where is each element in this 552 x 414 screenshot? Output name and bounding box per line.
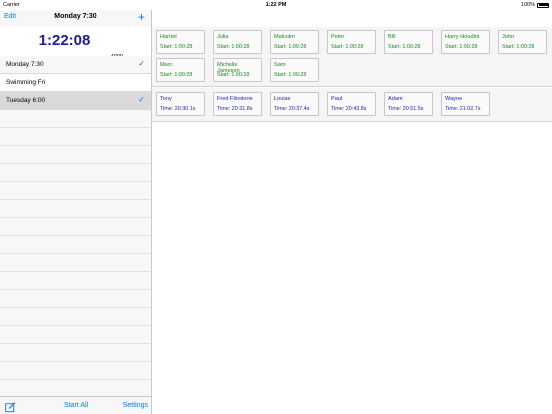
racer-card[interactable]: Michelle Jameson Start: 1:00:28 (213, 58, 262, 82)
battery-icon (537, 2, 549, 8)
list-item[interactable]: Tuesday 6:00 ✓ (0, 92, 151, 110)
racer-name: Harriet (160, 34, 177, 40)
started-racers-section: Harriet Start: 1:00:28 Julia Start: 1:00… (152, 27, 552, 87)
racer-card[interactable]: John Start: 1:00:28 (498, 30, 547, 54)
elapsed-timer: 1:22:08 (38, 32, 91, 49)
racer-name: Tony (160, 96, 172, 102)
racer-finish-time: Time: 20:31.8s (217, 106, 253, 112)
racer-start-time: Start: 1:00:28 (217, 72, 250, 78)
racer-start-time: Start: 1:00:28 (502, 44, 535, 50)
status-clock: 1:22 PM (265, 2, 287, 8)
settings-button[interactable]: Settings (123, 402, 148, 409)
list-item-label: Tuesday 6:00 (6, 97, 46, 104)
empty-list-rows (0, 110, 151, 400)
finisher-card[interactable]: Adam Time: 20:51.5s (384, 92, 433, 116)
racer-card[interactable]: Marc Start: 1:00:28 (156, 58, 205, 82)
event-list: Monday 7:30 ✓ Swimming Fri Tuesday 6:00 … (0, 56, 151, 110)
racer-name: Peter (331, 34, 345, 40)
racer-name: John (502, 34, 515, 40)
racer-name: Marc (160, 62, 173, 68)
racer-card[interactable]: Julia Start: 1:00:28 (213, 30, 262, 54)
list-item-label: Monday 7:30 (6, 61, 44, 68)
start-all-button[interactable]: Start All (64, 402, 88, 409)
racer-name: Bill (388, 34, 396, 40)
racer-start-time: Start: 1:00:28 (160, 44, 193, 50)
racer-card[interactable]: Harry Houdini Start: 1:00:28 (441, 30, 490, 54)
racer-name: Malcolm (274, 34, 295, 40)
racer-name: Adam (388, 96, 403, 102)
racer-start-time: Start: 1:00:28 (331, 44, 364, 50)
racer-name: Louise (274, 96, 291, 102)
racer-name: Harry Houdini (445, 34, 480, 40)
finisher-card[interactable]: Louise Time: 20:37.4s (270, 92, 319, 116)
sidebar-title: Monday 7:30 (54, 13, 97, 20)
list-item[interactable]: Swimming Fri (0, 74, 151, 92)
finisher-card[interactable]: Tony Time: 20:30.1s (156, 92, 205, 116)
racer-card[interactable]: Peter Start: 1:00:28 (327, 30, 376, 54)
racer-finish-time: Time: 20:43.8s (331, 106, 367, 112)
battery-indicator: 100% (521, 2, 549, 8)
racer-name: Paul (331, 96, 343, 102)
status-bar: Carrier 1:22 PM 100% (0, 0, 552, 10)
racer-start-time: Start: 1:00:28 (217, 44, 250, 50)
compose-icon[interactable] (5, 400, 16, 413)
checkmark-icon: ✓ (138, 59, 145, 68)
list-item-label: Swimming Fri (6, 79, 46, 86)
finished-racers-section: Tony Time: 20:30.1s Fred Flinstone Time:… (152, 88, 552, 122)
racer-card[interactable]: Bill Start: 1:00:28 (384, 30, 433, 54)
racer-card[interactable]: Sam Start: 1:00:28 (270, 58, 319, 82)
sidebar: Edit Monday 7:30 + 1:22:08 4000 Monday 7… (0, 10, 152, 414)
racer-finish-time: Time: 20:30.1s (160, 106, 196, 112)
main-panel: Harriet Start: 1:00:28 Julia Start: 1:00… (152, 10, 552, 414)
racer-card[interactable]: Harriet Start: 1:00:28 (156, 30, 205, 54)
finisher-card[interactable]: Paul Time: 20:43.8s (327, 92, 376, 116)
battery-percent: 100% (520, 2, 535, 8)
racer-start-time: Start: 1:00:28 (160, 72, 193, 78)
racer-name: Julia (217, 34, 229, 40)
racer-finish-time: Time: 20:51.5s (388, 106, 424, 112)
racer-name: Wayne (445, 96, 463, 102)
racer-card[interactable]: Malcolm Start: 1:00:28 (270, 30, 319, 54)
checkmark-icon: ✓ (138, 95, 145, 104)
racer-start-time: Start: 1:00:28 (445, 44, 478, 50)
racer-finish-time: Time: 20:37.4s (274, 106, 310, 112)
finisher-card[interactable]: Wayne Time: 21:02.7s (441, 92, 490, 116)
finisher-card[interactable]: Fred Flinstone Time: 20:31.8s (213, 92, 262, 116)
racer-finish-time: Time: 21:02.7s (445, 106, 481, 112)
racer-name: Sam (274, 62, 286, 68)
add-icon[interactable]: + (138, 10, 145, 24)
racer-name: Fred Flinstone (217, 96, 253, 102)
sidebar-toolbar: Start All Settings (0, 396, 151, 414)
list-item[interactable]: Monday 7:30 ✓ (0, 56, 151, 74)
racer-start-time: Start: 1:00:28 (388, 44, 421, 50)
racer-start-time: Start: 1:00:28 (274, 72, 307, 78)
sidebar-navbar: Edit Monday 7:30 + (0, 10, 151, 26)
racer-start-time: Start: 1:00:28 (274, 44, 307, 50)
